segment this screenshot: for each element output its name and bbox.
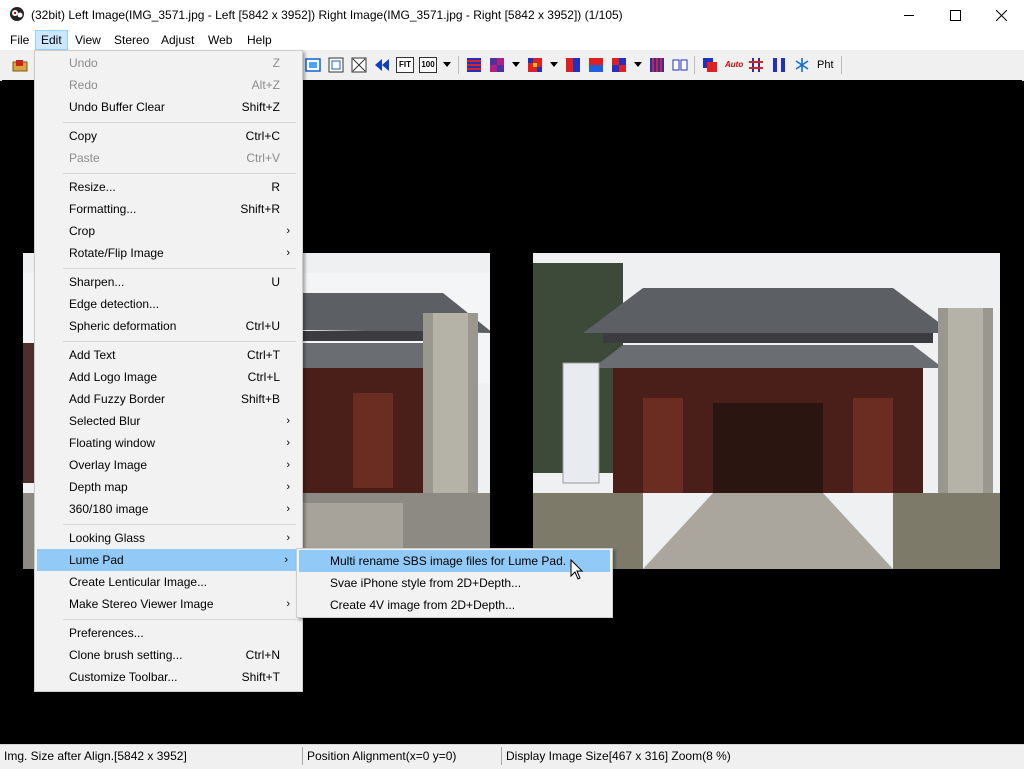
edit-menu-dropdown: Undo Z Redo Alt+Z Undo Buffer Clear Shift+Z…	[34, 50, 303, 692]
submenu-arrow-icon: ›	[286, 598, 290, 610]
close-button[interactable]	[978, 0, 1024, 30]
toolbar-separator	[841, 56, 842, 74]
snowflake-icon[interactable]	[794, 57, 810, 73]
menu-item-undo-buffer-clear[interactable]: Undo Buffer Clear Shift+Z	[35, 96, 300, 118]
minimize-icon	[903, 14, 914, 16]
submenu-arrow-icon: ›	[286, 532, 290, 544]
menu-file[interactable]: File	[5, 30, 34, 50]
bars-icon[interactable]	[771, 57, 787, 73]
status-position: Position Alignment(x=0 y=0)	[303, 747, 502, 765]
menu-item-floating-window[interactable]: Floating window ›	[35, 432, 300, 454]
mosaic-icon[interactable]	[527, 57, 543, 73]
submenu-arrow-icon: ›	[286, 225, 290, 237]
menu-web[interactable]: Web	[203, 30, 237, 50]
title-bar: (32bit) Left Image(IMG_3571.jpg - Left […	[0, 0, 1024, 30]
zoom-dropdown-icon[interactable]	[443, 62, 451, 67]
menu-adjust[interactable]: Adjust	[156, 30, 199, 50]
swap-lr-icon[interactable]	[374, 57, 390, 73]
menu-item-overlay-image[interactable]: Overlay Image ›	[35, 454, 300, 476]
overlap-icon[interactable]	[702, 57, 718, 73]
menu-item-add-text[interactable]: Add Text Ctrl+T	[35, 344, 300, 366]
mouse-cursor-icon	[570, 559, 584, 580]
status-img-size: Img. Size after Align.[5842 x 3952]	[0, 747, 303, 765]
grid-icon[interactable]	[748, 57, 764, 73]
auto-align-button[interactable]: Auto	[725, 57, 743, 73]
checker-dropdown-icon[interactable]	[512, 62, 520, 67]
right-image	[533, 253, 1000, 569]
menu-item-edge-detection[interactable]: Edge detection...	[35, 293, 300, 315]
column-interlace-icon[interactable]	[649, 57, 665, 73]
menu-item-crop[interactable]: Crop ›	[35, 220, 300, 242]
fit-button[interactable]: FIT	[396, 57, 414, 73]
menu-item-clone-brush-setting[interactable]: Clone brush setting... Ctrl+N	[35, 644, 300, 666]
window-fit-icon[interactable]	[305, 57, 321, 73]
close-icon	[995, 9, 1007, 21]
menu-item-resize[interactable]: Resize... R	[35, 176, 300, 198]
menu-item-sharpen[interactable]: Sharpen... U	[35, 271, 300, 293]
submenu-item-create-4v-image[interactable]: Create 4V image from 2D+Depth...	[297, 594, 610, 616]
submenu-arrow-icon: ›	[286, 247, 290, 259]
menu-separator	[63, 173, 296, 174]
lume-pad-submenu: Multi rename SBS image files for Lume Pa…	[296, 548, 613, 618]
menu-help[interactable]: Help	[242, 30, 277, 50]
menu-view[interactable]: View	[70, 30, 106, 50]
anaglyph-icon[interactable]	[588, 57, 604, 73]
menu-item-depth-map[interactable]: Depth map ›	[35, 476, 300, 498]
frame-icon[interactable]	[328, 57, 344, 73]
maximize-button[interactable]	[932, 0, 978, 30]
quad-icon[interactable]	[611, 57, 627, 73]
menu-item-preferences[interactable]: Preferences...	[35, 622, 300, 644]
menu-separator	[63, 122, 296, 123]
menu-item-copy[interactable]: Copy Ctrl+C	[35, 125, 300, 147]
minimize-button[interactable]	[886, 0, 932, 30]
zoom-100-button[interactable]: 100	[419, 57, 437, 73]
quad-dropdown-icon[interactable]	[634, 62, 642, 67]
checker-icon[interactable]	[489, 57, 505, 73]
submenu-arrow-icon: ›	[286, 481, 290, 493]
menu-item-undo[interactable]: Undo Z	[35, 52, 300, 74]
submenu-arrow-icon: ›	[284, 554, 288, 566]
menu-item-add-logo-image[interactable]: Add Logo Image Ctrl+L	[35, 366, 300, 388]
menu-separator	[63, 341, 296, 342]
menu-item-selected-blur[interactable]: Selected Blur ›	[35, 410, 300, 432]
submenu-item-multi-rename-sbs[interactable]: Multi rename SBS image files for Lume Pa…	[299, 550, 610, 572]
menu-item-spheric-deformation[interactable]: Spheric deformation Ctrl+U	[35, 315, 300, 337]
menu-item-redo[interactable]: Redo Alt+Z	[35, 74, 300, 96]
menu-item-customize-toolbar[interactable]: Customize Toolbar... Shift+T	[35, 666, 300, 688]
mosaic-dropdown-icon[interactable]	[550, 62, 558, 67]
submenu-arrow-icon: ›	[286, 459, 290, 471]
menu-stereo[interactable]: Stereo	[109, 30, 154, 50]
menu-separator	[63, 268, 296, 269]
status-display-size: Display Image Size[467 x 316] Zoom(8 %)	[506, 749, 731, 763]
submenu-arrow-icon: ›	[286, 503, 290, 515]
window-title: (32bit) Left Image(IMG_3571.jpg - Left […	[31, 8, 623, 22]
maximize-icon	[949, 9, 961, 21]
toolbar-separator	[458, 56, 459, 74]
menu-edit[interactable]: Edit	[35, 30, 68, 50]
menu-item-rotate-flip[interactable]: Rotate/Flip Image ›	[35, 242, 300, 264]
submenu-arrow-icon: ›	[286, 415, 290, 427]
menu-item-lume-pad[interactable]: Lume Pad ›	[37, 549, 298, 571]
fullscreen-icon[interactable]	[351, 57, 367, 73]
interlace-icon[interactable]	[466, 57, 482, 73]
menu-item-paste[interactable]: Paste Ctrl+V	[35, 147, 300, 169]
pht-button[interactable]: Pht	[817, 57, 837, 73]
menu-item-make-stereo-viewer[interactable]: Make Stereo Viewer Image ›	[35, 593, 300, 615]
submenu-item-save-iphone-style[interactable]: Svae iPhone style from 2D+Depth...	[297, 572, 610, 594]
menu-item-create-lenticular[interactable]: Create Lenticular Image...	[35, 571, 300, 593]
menu-separator	[63, 619, 296, 620]
viewer-icon[interactable]	[672, 57, 688, 73]
toolbar-separator	[694, 56, 695, 74]
menu-item-looking-glass[interactable]: Looking Glass ›	[35, 527, 300, 549]
menu-item-360-180-image[interactable]: 360/180 image ›	[35, 498, 300, 520]
submenu-arrow-icon: ›	[286, 437, 290, 449]
menu-item-formatting[interactable]: Formatting... Shift+R	[35, 198, 300, 220]
red-blue-icon[interactable]	[565, 57, 581, 73]
open-folder-icon[interactable]	[12, 57, 28, 73]
app-icon	[10, 7, 24, 21]
menu-item-add-fuzzy-border[interactable]: Add Fuzzy Border Shift+B	[35, 388, 300, 410]
menu-separator	[63, 524, 296, 525]
